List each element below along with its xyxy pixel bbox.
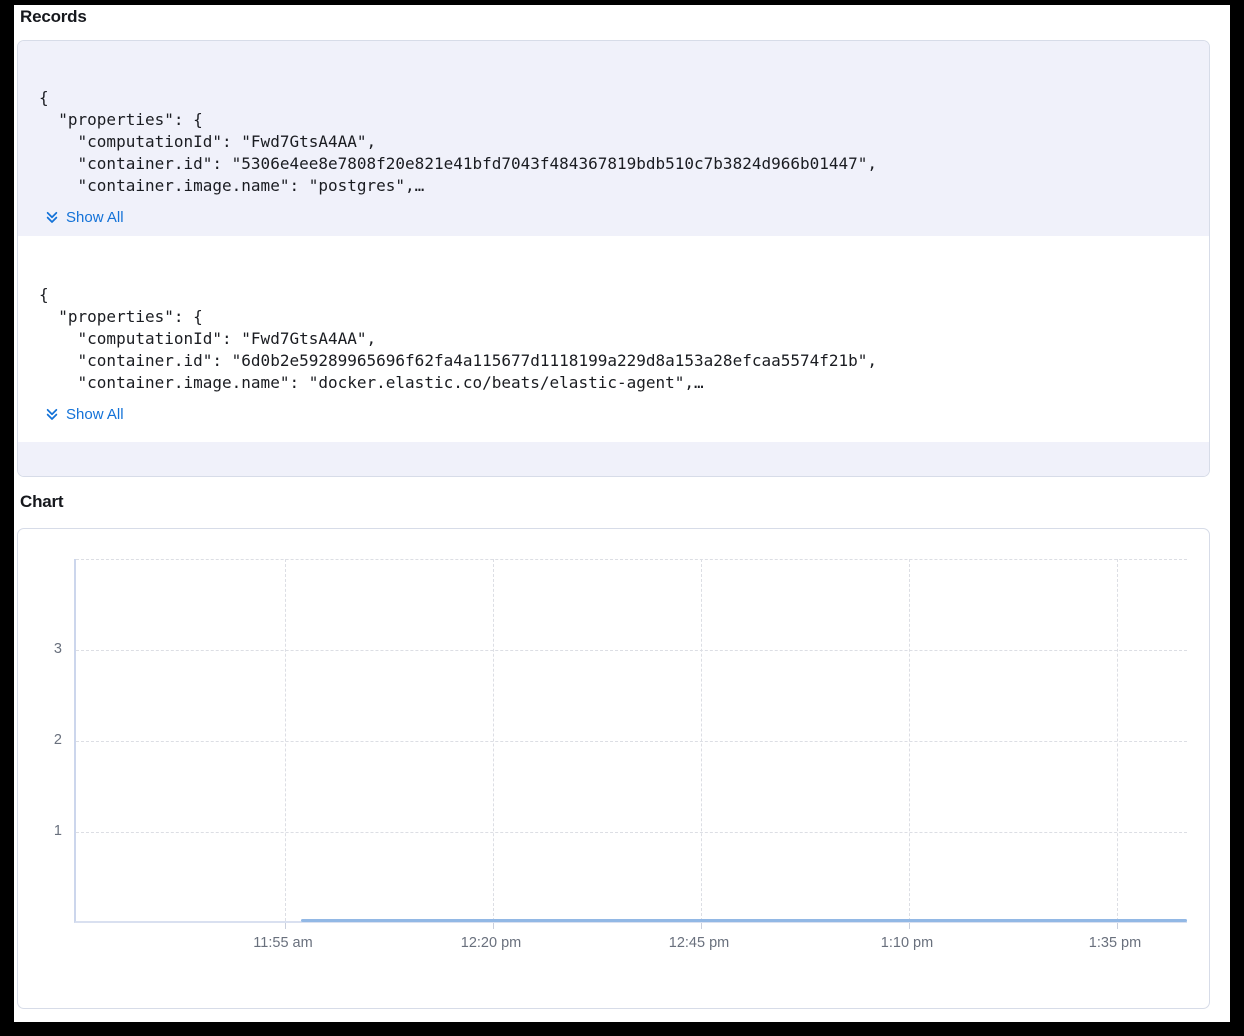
y-axis-label: 2 bbox=[18, 732, 62, 748]
x-tick-mark bbox=[493, 923, 494, 929]
gridline-vertical bbox=[1117, 559, 1118, 921]
series-line bbox=[301, 919, 1187, 922]
gridline-horizontal bbox=[76, 741, 1187, 742]
y-axis-label: 3 bbox=[18, 641, 62, 657]
chart-heading: Chart bbox=[20, 492, 63, 512]
y-axis-label: 1 bbox=[18, 823, 62, 839]
x-axis-label: 1:35 pm bbox=[1070, 935, 1160, 951]
record-json-line: "container.image.name": "docker.elastic.… bbox=[39, 372, 1189, 394]
records-heading: Records bbox=[20, 7, 87, 27]
double-chevron-down-icon bbox=[45, 210, 59, 225]
x-axis-label: 12:45 pm bbox=[654, 935, 744, 951]
x-tick-mark bbox=[285, 923, 286, 929]
show-all-link[interactable]: Show All bbox=[45, 209, 124, 226]
record-json-line: "properties": { bbox=[39, 306, 1189, 328]
x-tick-mark bbox=[1117, 923, 1118, 929]
x-axis-label: 1:10 pm bbox=[862, 935, 952, 951]
record-item-2: { "properties": { "computationId": "Fwd7… bbox=[18, 236, 1209, 442]
chart-card: 3 2 1 11:55 am 12:20 pm 12:45 pm 1:10 pm… bbox=[17, 528, 1210, 1009]
x-tick-mark bbox=[701, 923, 702, 929]
records-card: { "properties": { "computationId": "Fwd7… bbox=[17, 40, 1210, 477]
double-chevron-down-icon bbox=[45, 407, 59, 422]
gridline-vertical bbox=[285, 559, 286, 921]
record-json-line: { bbox=[39, 87, 1189, 109]
chart-plot-area bbox=[74, 559, 1187, 923]
gridline-horizontal bbox=[76, 650, 1187, 651]
show-all-label: Show All bbox=[66, 406, 124, 423]
record-json-line: "properties": { bbox=[39, 109, 1189, 131]
record-item-1: { "properties": { "computationId": "Fwd7… bbox=[18, 41, 1209, 236]
record-json-line: "container.image.name": "postgres",… bbox=[39, 175, 1189, 197]
x-tick-mark bbox=[909, 923, 910, 929]
show-all-link[interactable]: Show All bbox=[45, 406, 124, 423]
show-all-label: Show All bbox=[66, 209, 124, 226]
gridline-horizontal bbox=[76, 832, 1187, 833]
record-item-partial bbox=[18, 442, 1209, 477]
record-json-line: "container.id": "5306e4ee8e7808f20e821e4… bbox=[39, 153, 1189, 175]
gridline-vertical bbox=[701, 559, 702, 921]
x-axis-label: 12:20 pm bbox=[446, 935, 536, 951]
x-axis-label: 11:55 am bbox=[238, 935, 328, 951]
record-json-line: "computationId": "Fwd7GtsA4AA", bbox=[39, 328, 1189, 350]
page: Records { "properties": { "computationId… bbox=[14, 5, 1230, 1022]
gridline-vertical bbox=[493, 559, 494, 921]
gridline-horizontal bbox=[76, 559, 1187, 560]
gridline-vertical bbox=[909, 559, 910, 921]
record-json-line: "container.id": "6d0b2e59289965696f62fa4… bbox=[39, 350, 1189, 372]
record-json-line: { bbox=[39, 284, 1189, 306]
record-json-line: "computationId": "Fwd7GtsA4AA", bbox=[39, 131, 1189, 153]
